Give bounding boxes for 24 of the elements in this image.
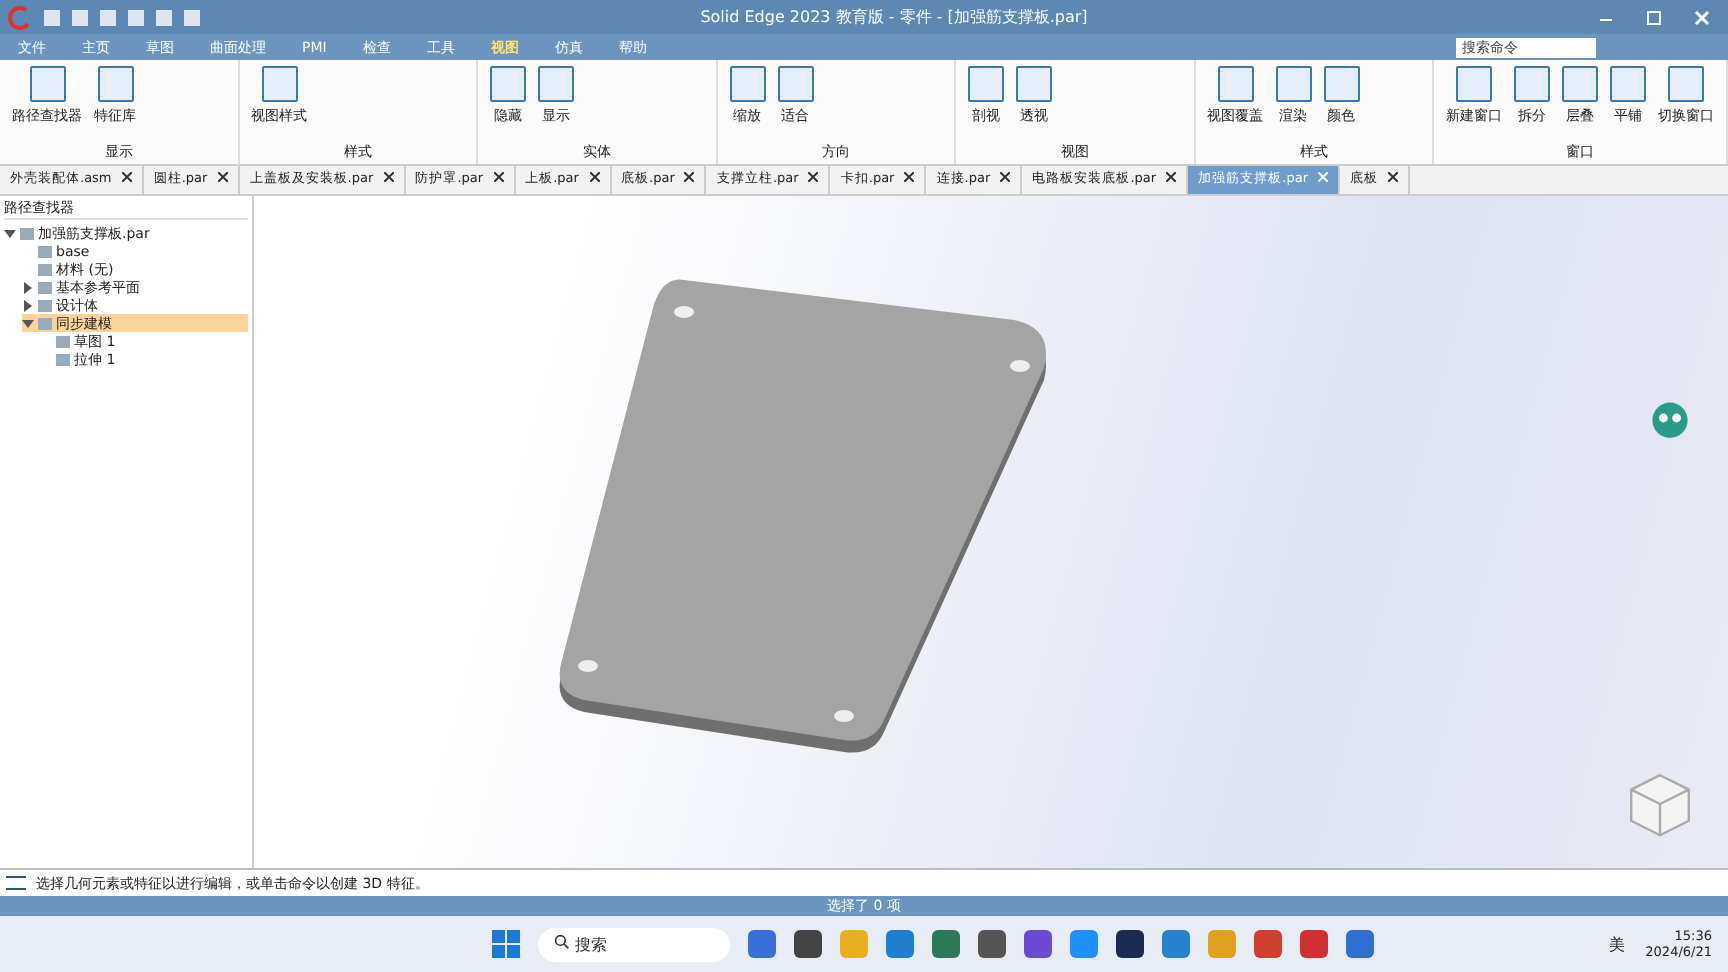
- close-icon[interactable]: [1166, 172, 1177, 182]
- taskbar-app-icon[interactable]: [977, 930, 1006, 958]
- ime-indicator[interactable]: 美: [1609, 933, 1626, 955]
- close-icon[interactable]: [1000, 172, 1011, 182]
- app-logo-icon: [8, 5, 32, 29]
- close-icon[interactable]: [217, 172, 228, 182]
- taskbar-app-icon[interactable]: [793, 930, 822, 958]
- close-icon[interactable]: [904, 172, 915, 182]
- taskbar-app-icon[interactable]: [1023, 930, 1052, 958]
- close-icon[interactable]: [493, 172, 504, 182]
- close-icon[interactable]: [589, 172, 600, 182]
- windows-start-icon[interactable]: [491, 930, 520, 958]
- close-icon[interactable]: [121, 172, 132, 182]
- taskbar-app-icon[interactable]: [1115, 930, 1144, 958]
- taskbar-search-field[interactable]: 搜索: [537, 927, 730, 961]
- collapse-icon[interactable]: [22, 317, 34, 329]
- close-icon[interactable]: [808, 172, 819, 182]
- close-icon[interactable]: [684, 172, 695, 182]
- collapse-icon[interactable]: [4, 227, 16, 239]
- close-icon[interactable]: [383, 172, 394, 182]
- close-icon[interactable]: [1388, 172, 1399, 182]
- list-icon[interactable]: [6, 876, 26, 890]
- window-title: Solid Edge 2023 教育版 - 零件 - [加强筋支撑板.par]: [698, 6, 1090, 28]
- search-icon: [553, 933, 570, 949]
